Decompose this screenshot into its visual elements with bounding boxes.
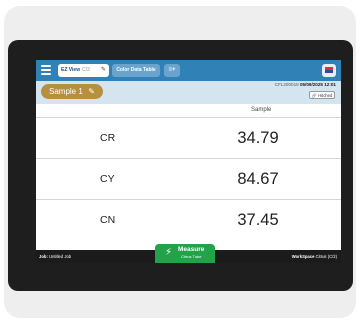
sample-info-bar: Sample 1 ✎ CFL200018 05/09/2025 12:01 🔗 … [36,81,341,104]
table-row[interactable]: CY 84.67 [36,158,341,198]
hitched-badge[interactable]: 🔗 Hitched [309,91,335,99]
tab-color-data-table-label: Color Data Table [116,67,156,73]
tab-page-indicator: C/2 [82,67,90,73]
datetime: 05/09/2025 12:01 [299,82,336,87]
measure-sublabel: Citrus Tube [181,254,202,259]
hamburger-menu-icon[interactable] [41,65,51,75]
workspace-name: Citrus (C/2) [315,254,337,259]
pencil-icon: ✎ [88,87,95,96]
workspace-info: WorkSpace Citrus (C/2) [291,254,337,259]
tab-ez-view[interactable]: EZ View C/2 ✎ [58,64,109,77]
row-label: CR [100,132,116,144]
job-info: Job: Untitled Job [39,254,72,259]
tablet-screen: EZ View C/2 ✎ Color Data Table ≡+ Sample … [36,60,341,263]
job-name: Untitled Job [49,254,72,259]
row-value: 37.45 [237,211,279,229]
flag-icon[interactable] [322,64,336,77]
row-value: 84.67 [237,170,279,188]
device-id: CFL200018 [274,82,299,87]
measure-label: Measure [178,246,205,253]
bolt-icon: ⚡ [165,247,173,258]
link-icon: 🔗 [311,93,317,98]
device-datetime: CFL200018 05/09/2025 12:01 [275,82,336,87]
sample-label: Sample 1 [49,87,83,96]
measure-button[interactable]: ⚡ Measure Citrus Tube [155,244,215,263]
add-tab-icon[interactable]: ≡+ [164,64,180,77]
top-toolbar: EZ View C/2 ✎ Color Data Table ≡+ [36,60,341,81]
sample-selector-button[interactable]: Sample 1 ✎ [41,84,103,99]
tab-ez-view-label: EZ View [61,67,81,73]
table-row[interactable]: CN 37.45 [36,199,341,239]
pencil-icon[interactable]: ✎ [101,64,106,77]
table-row[interactable]: CR 34.79 [36,117,341,157]
row-value: 34.79 [237,129,279,147]
row-label: CN [100,214,116,226]
tab-color-data-table[interactable]: Color Data Table [112,64,160,77]
column-header-sample: Sample [251,107,272,113]
row-label: CY [100,173,115,185]
